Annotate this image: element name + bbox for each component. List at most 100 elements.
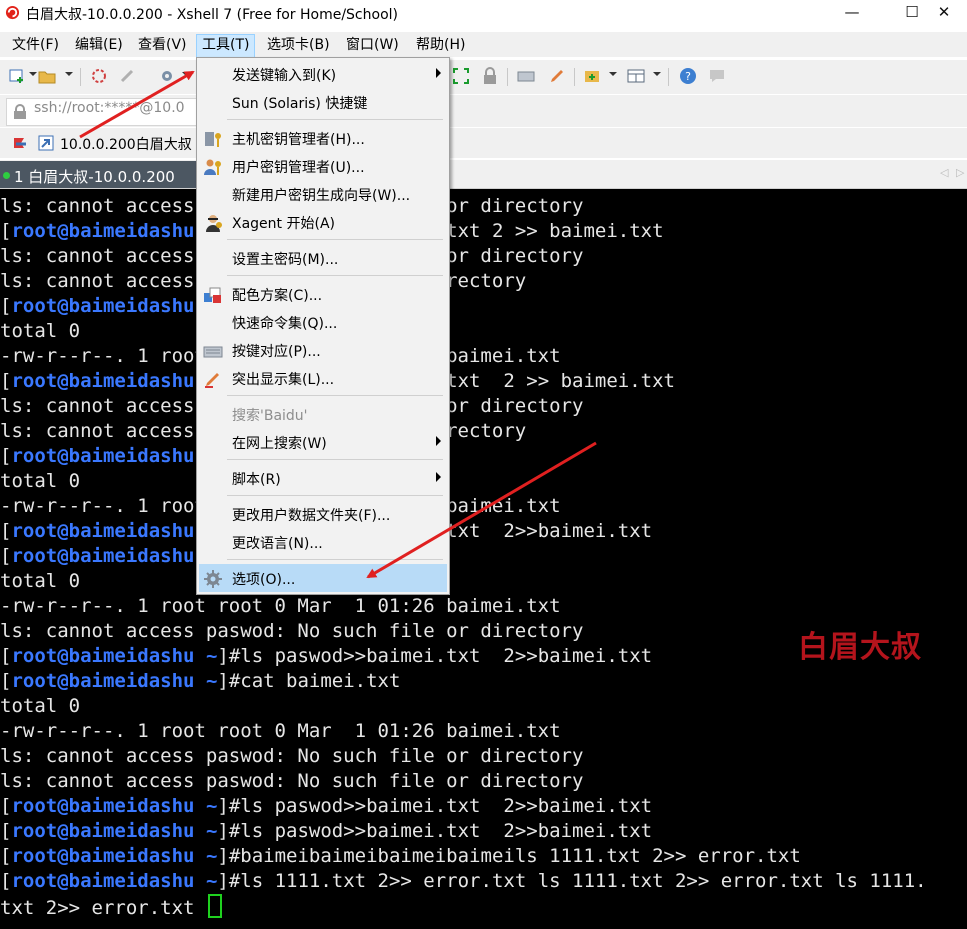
prompt-dir: ~ [205, 795, 218, 817]
menu-item-3[interactable]: 主机密钥管理者(H)... [199, 124, 447, 152]
menu-separator [227, 459, 443, 460]
prompt-user: root@baimeidashu [11, 645, 195, 667]
host-key-icon [205, 132, 221, 147]
prompt-dir: ~ [205, 845, 218, 867]
prompt-dir: ~ [205, 870, 218, 892]
prompt-command: ls paswod>>baimei.txt 2>>baimei.txt [240, 645, 653, 667]
tab-label: 1 白眉大叔-10.0.0.200 [14, 168, 175, 186]
connected-status-dot-icon [3, 172, 10, 179]
disconnect-icon[interactable] [118, 67, 136, 85]
highlight-pen-icon[interactable] [548, 67, 566, 85]
menu-tools[interactable]: 工具(T) [196, 34, 256, 58]
prompt-user: root@baimeidashu [11, 370, 195, 392]
menu-help[interactable]: 帮助(H) [411, 34, 470, 56]
close-button[interactable]: ✕ [921, 0, 967, 26]
address-bar: ssh://root:*****@10.0 [0, 95, 967, 127]
output-text: total 0 [0, 570, 81, 592]
menu-item-21[interactable]: 更改语言(N)... [199, 528, 447, 556]
prompt-dir: ~ [205, 670, 218, 692]
new-session-icon[interactable] [8, 67, 26, 85]
terminal-prompt-line: [root@baimeidashu ~]#ls paswod>>baimei.t… [0, 820, 653, 842]
svg-text:?: ? [685, 70, 691, 83]
menu-item-label: Xagent 开始(A) [232, 216, 335, 232]
menu-window[interactable]: 窗口(W) [341, 34, 404, 56]
menu-item-label: 突出显示集(L)... [232, 372, 335, 388]
menu-item-13[interactable]: 突出显示集(L)... [199, 364, 447, 392]
menu-separator [227, 495, 443, 496]
terminal-output-line: -rw-r--r--. 1 root root 0 Mar 1 01:26 ba… [0, 594, 561, 619]
terminal-cursor [207, 894, 222, 918]
output-text: -rw-r--r--. 1 root root 0 Mar 1 01:26 ba… [0, 595, 561, 617]
lock-icon[interactable] [481, 67, 499, 85]
color-scheme-icon [204, 287, 221, 303]
menu-item-8[interactable]: 设置主密码(M)... [199, 244, 447, 272]
xshell-logo-icon [5, 5, 20, 20]
tab-scroll-left-icon[interactable]: ◁ [940, 166, 948, 179]
prompt-command: ls 1111.txt 2>> error.txt ls 1111.txt 2>… [240, 870, 927, 892]
menu-item-label: 搜索'Baidu' [232, 408, 308, 424]
menu-item-16[interactable]: 在网上搜索(W) [199, 428, 447, 456]
menu-item-label: 新建用户密钥生成向导(W)... [232, 188, 411, 204]
terminal-output-line: ls: cannot access paswod: No such file o… [0, 619, 583, 644]
bookmark-flag-icon[interactable] [12, 136, 30, 152]
menu-item-1[interactable]: Sun (Solaris) 快捷键 [199, 88, 447, 116]
menu-separator [227, 239, 443, 240]
properties-icon[interactable] [158, 67, 176, 85]
menu-item-label: 设置主密码(M)... [232, 252, 339, 268]
tab-session-1[interactable]: 1 白眉大叔-10.0.0.200 [0, 161, 196, 188]
tab-scroll-right-icon[interactable]: ▷ [956, 166, 964, 179]
chat-bubble-icon[interactable] [708, 67, 726, 85]
output-text: txt 2>> error.txt [0, 897, 206, 919]
output-text: -rw-r--r--. 1 root root 0 Mar 1 01:26 ba… [0, 720, 561, 742]
tab-bar: 1 白眉大叔-10.0.0.200 ◁ ▷ [0, 160, 967, 189]
menu-item-4[interactable]: 用户密钥管理者(U)... [199, 152, 447, 180]
keyboard-icon[interactable] [517, 67, 535, 85]
output-text: ls: cannot access paswod: No such file o… [0, 745, 584, 767]
prompt-command: baimeibaimeibaimeibaimeils 1111.txt 2>> … [240, 845, 801, 867]
menu-item-label: 配色方案(C)... [232, 288, 323, 304]
menu-item-0[interactable]: 发送键输入到(K) [199, 60, 447, 88]
submenu-arrow-icon [436, 68, 441, 78]
minimize-button[interactable]: — [829, 0, 875, 26]
connect-icon[interactable] [90, 67, 108, 85]
menu-item-5[interactable]: 新建用户密钥生成向导(W)... [199, 180, 447, 208]
menu-separator [227, 395, 443, 396]
prompt-command: ls paswod>>baimei.txt 2>>baimei.txt [240, 795, 653, 817]
menu-edit[interactable]: 编辑(E) [70, 34, 128, 56]
menu-separator [227, 275, 443, 276]
menu-item-18[interactable]: 脚本(R) [199, 464, 447, 492]
prompt-dir: ~ [205, 820, 218, 842]
terminal-prompt-line: [root@baimeidashu ~]#baimeibaimeibaimeib… [0, 845, 801, 867]
menu-item-6[interactable]: Xagent 开始(A) [199, 208, 447, 236]
prompt-command: cat baimei.txt [240, 670, 401, 692]
new-tab-group-icon[interactable] [584, 67, 602, 85]
menu-separator [227, 119, 443, 120]
title-bar: 白眉大叔-10.0.0.200 - Xshell 7 (Free for Hom… [0, 0, 967, 26]
prompt-user: root@baimeidashu [11, 445, 195, 467]
menu-item-23[interactable]: 选项(O)... [199, 564, 447, 592]
user-key-icon [204, 159, 221, 175]
submenu-arrow-icon [436, 472, 441, 482]
fullscreen-icon[interactable] [452, 67, 470, 85]
menu-view[interactable]: 查看(V) [133, 34, 192, 56]
terminal-output[interactable]: 白眉大叔 ls: cannot access paswod: No such f… [0, 189, 967, 929]
menu-item-11[interactable]: 快速命令集(Q)... [199, 308, 447, 336]
watermark-logo: 白眉大叔 [798, 630, 922, 665]
layout-icon[interactable] [627, 67, 645, 85]
help-icon[interactable]: ? [679, 67, 697, 85]
menu-item-label: 脚本(R) [232, 472, 281, 488]
menu-tabs[interactable]: 选项卡(B) [262, 34, 335, 56]
menu-item-20[interactable]: 更改用户数据文件夹(F)... [199, 500, 447, 528]
prompt-user: root@baimeidashu [11, 795, 195, 817]
menu-item-label: 主机密钥管理者(H)... [232, 132, 365, 148]
open-folder-icon[interactable] [38, 67, 56, 85]
menu-item-12[interactable]: 按键对应(P)... [199, 336, 447, 364]
session-link[interactable]: 10.0.0.200白眉大叔 [60, 134, 192, 154]
submenu-arrow-icon [436, 436, 441, 446]
menu-item-label: 用户密钥管理者(U)... [232, 160, 365, 176]
prompt-user: root@baimeidashu [11, 845, 195, 867]
terminal-output-line: total 0 [0, 569, 80, 594]
menu-item-10[interactable]: 配色方案(C)... [199, 280, 447, 308]
menu-file[interactable]: 文件(F) [7, 34, 64, 56]
menu-item-label: Sun (Solaris) 快捷键 [232, 96, 368, 112]
